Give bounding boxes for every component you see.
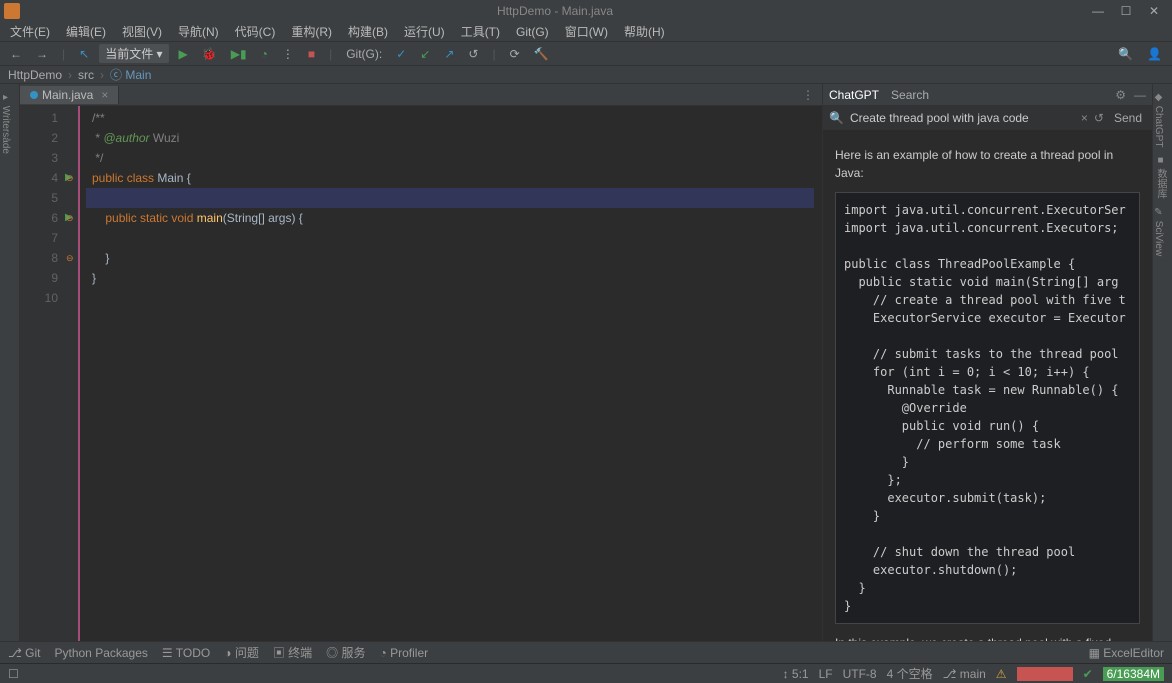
tab-main-java[interactable]: Main.java × (20, 86, 119, 104)
services-tool[interactable]: ◎ 服务 (326, 644, 365, 661)
code-area[interactable]: /** * @author Wuzi */public class Main {… (78, 106, 822, 641)
bottom-toolbar: ⎇ Git Python Packages ☰ TODO ◑ 问题 ▣ 终端 ◎… (0, 641, 1172, 663)
close-button[interactable]: ✕ (1140, 4, 1168, 18)
menu-item[interactable]: 代码(C) (229, 23, 282, 40)
run-config-dropdown[interactable]: 当前文件 ▾ (99, 44, 168, 63)
send-button[interactable]: Send (1110, 111, 1146, 125)
main-area: ▸ Writersàde Main.java × ⋮ 12345678910 ▶… (0, 84, 1172, 641)
breadcrumb-src[interactable]: src (78, 68, 94, 82)
menu-item[interactable]: 导航(N) (172, 23, 225, 40)
menu-item[interactable]: 运行(U) (398, 23, 451, 40)
status-warn-icon[interactable]: ⚠ (996, 667, 1007, 681)
menu-item[interactable]: 工具(T) (455, 23, 506, 40)
tab-chatgpt[interactable]: ChatGPT (829, 88, 879, 102)
breadcrumb-file[interactable]: ⓒ Main (110, 66, 151, 83)
git-push-icon[interactable]: ↗ (440, 47, 458, 61)
left-toolwindow-bar[interactable]: ▸ Writersàde (0, 84, 20, 641)
close-tab-icon[interactable]: × (101, 88, 108, 102)
hide-panel-icon[interactable]: — (1134, 88, 1146, 102)
toolbar: ← → | ↖ 当前文件 ▾ ▶ 🐞 ▶▮ ◔ ⋮ ■ | Git(G): ✓ … (0, 42, 1172, 66)
status-branch[interactable]: ⎇ main (943, 667, 986, 681)
stop-icon[interactable]: ■ (304, 47, 319, 61)
editor-tabs: Main.java × ⋮ (20, 84, 822, 106)
git-label: Git(G): (342, 47, 386, 61)
coverage-icon[interactable]: ▶▮ (227, 47, 251, 61)
more-run-icon[interactable]: ⋮ (278, 47, 298, 61)
statusbar: ☐ ↕ 5:1 LF UTF-8 4 个空格 ⎇ main ⚠ ✔ 6/1638… (0, 663, 1172, 683)
todo-tool[interactable]: ☰ TODO (162, 646, 210, 660)
search-icon[interactable]: 🔍 (1114, 47, 1137, 61)
right-tool[interactable]: ■ 数据库 (1153, 147, 1168, 199)
titlebar: HttpDemo - Main.java — ☐ ✕ (0, 0, 1172, 22)
profile-icon[interactable]: ◔ (257, 47, 272, 61)
status-lf[interactable]: LF (819, 667, 833, 681)
chat-input[interactable] (850, 111, 1075, 125)
search-icon: 🔍 (829, 111, 844, 125)
menu-item[interactable]: 帮助(H) (618, 23, 671, 40)
minimize-button[interactable]: — (1084, 4, 1112, 18)
chat-input-row: 🔍 × ↺ Send (823, 106, 1152, 130)
menu-item[interactable]: 窗口(W) (559, 23, 614, 40)
window-title: HttpDemo - Main.java (26, 4, 1084, 18)
menu-item[interactable]: 重构(R) (285, 23, 338, 40)
menu-item[interactable]: 构建(B) (342, 23, 394, 40)
nav-back-icon[interactable]: ← (6, 47, 26, 61)
chat-outro: In this example, we create a thread pool… (835, 634, 1140, 641)
java-file-icon (30, 91, 38, 99)
chat-panel: ChatGPT Search ⚙ — 🔍 × ↺ Send Here is an… (822, 84, 1152, 641)
app-icon (4, 3, 20, 19)
breadcrumb-project[interactable]: HttpDemo (8, 68, 62, 82)
gutter[interactable]: ▶⊖▶⊖⊖ (64, 106, 78, 641)
chat-code-block[interactable]: import java.util.concurrent.ExecutorSer … (835, 192, 1140, 624)
git-tool[interactable]: ⎇ Git (8, 646, 41, 660)
menu-item[interactable]: 文件(E) (4, 23, 56, 40)
menu-item[interactable]: 编辑(E) (60, 23, 112, 40)
profiler-tool[interactable]: ◔ Profiler (380, 646, 429, 660)
terminal-tool[interactable]: ▣ 终端 (273, 644, 312, 661)
right-toolwindow-bar[interactable]: ◆ ChatGPT■ 数据库✎ SciView (1152, 84, 1172, 641)
tab-more-icon[interactable]: ⋮ (794, 88, 822, 102)
right-tool[interactable]: ✎ SciView (1153, 199, 1164, 256)
status-mem[interactable]: 6/16384M (1103, 667, 1164, 681)
sync-icon[interactable]: ⟳ (506, 47, 524, 61)
breadcrumb: HttpDemo › src › ⓒ Main (0, 66, 1172, 84)
git-update-icon[interactable]: ✓ (392, 47, 410, 61)
menu-item[interactable]: Git(G) (510, 25, 555, 39)
chat-content[interactable]: Here is an example of how to create a th… (823, 130, 1152, 641)
clear-input-icon[interactable]: × (1081, 111, 1088, 125)
chat-intro: Here is an example of how to create a th… (835, 146, 1140, 182)
status-error-indicator[interactable] (1017, 667, 1073, 681)
code-editor[interactable]: 12345678910 ▶⊖▶⊖⊖ /** * @author Wuzi */p… (20, 106, 822, 641)
gear-icon[interactable]: ⚙ (1115, 88, 1126, 102)
status-indent[interactable]: 4 个空格 (887, 665, 933, 682)
status-pos[interactable]: ↕ 5:1 (783, 667, 809, 681)
chat-tabs: ChatGPT Search ⚙ — (823, 84, 1152, 106)
python-packages-tool[interactable]: Python Packages (55, 646, 148, 660)
nav-fwd-icon[interactable]: → (32, 47, 52, 61)
margin-line (78, 106, 80, 641)
maximize-button[interactable]: ☐ (1112, 4, 1140, 18)
git-commit-icon[interactable]: ↙ (416, 47, 434, 61)
right-tool[interactable]: ◆ ChatGPT (1153, 84, 1164, 147)
menubar: 文件(E)编辑(E)视图(V)导航(N)代码(C)重构(R)构建(B)运行(U)… (0, 22, 1172, 42)
run-icon[interactable]: ▶ (175, 47, 192, 61)
status-enc[interactable]: UTF-8 (843, 667, 877, 681)
exceleditor-tool[interactable]: ▦ ExcelEditor (1089, 646, 1164, 660)
debug-icon[interactable]: 🐞 (198, 47, 221, 61)
line-numbers: 12345678910 (20, 106, 64, 641)
settings-icon[interactable]: 👤 (1143, 47, 1166, 61)
menu-item[interactable]: 视图(V) (116, 23, 168, 40)
status-ok-icon: ✔ (1083, 667, 1093, 681)
history-icon[interactable]: ↺ (1094, 111, 1104, 125)
problems-tool[interactable]: ◑ 问题 (224, 644, 259, 661)
git-history-icon[interactable]: ↺ (464, 47, 482, 61)
tips-icon[interactable]: ☐ (8, 667, 19, 681)
hammer-icon[interactable]: 🔨 (530, 47, 553, 61)
select-icon[interactable]: ↖ (75, 47, 93, 61)
tab-search[interactable]: Search (891, 88, 929, 102)
